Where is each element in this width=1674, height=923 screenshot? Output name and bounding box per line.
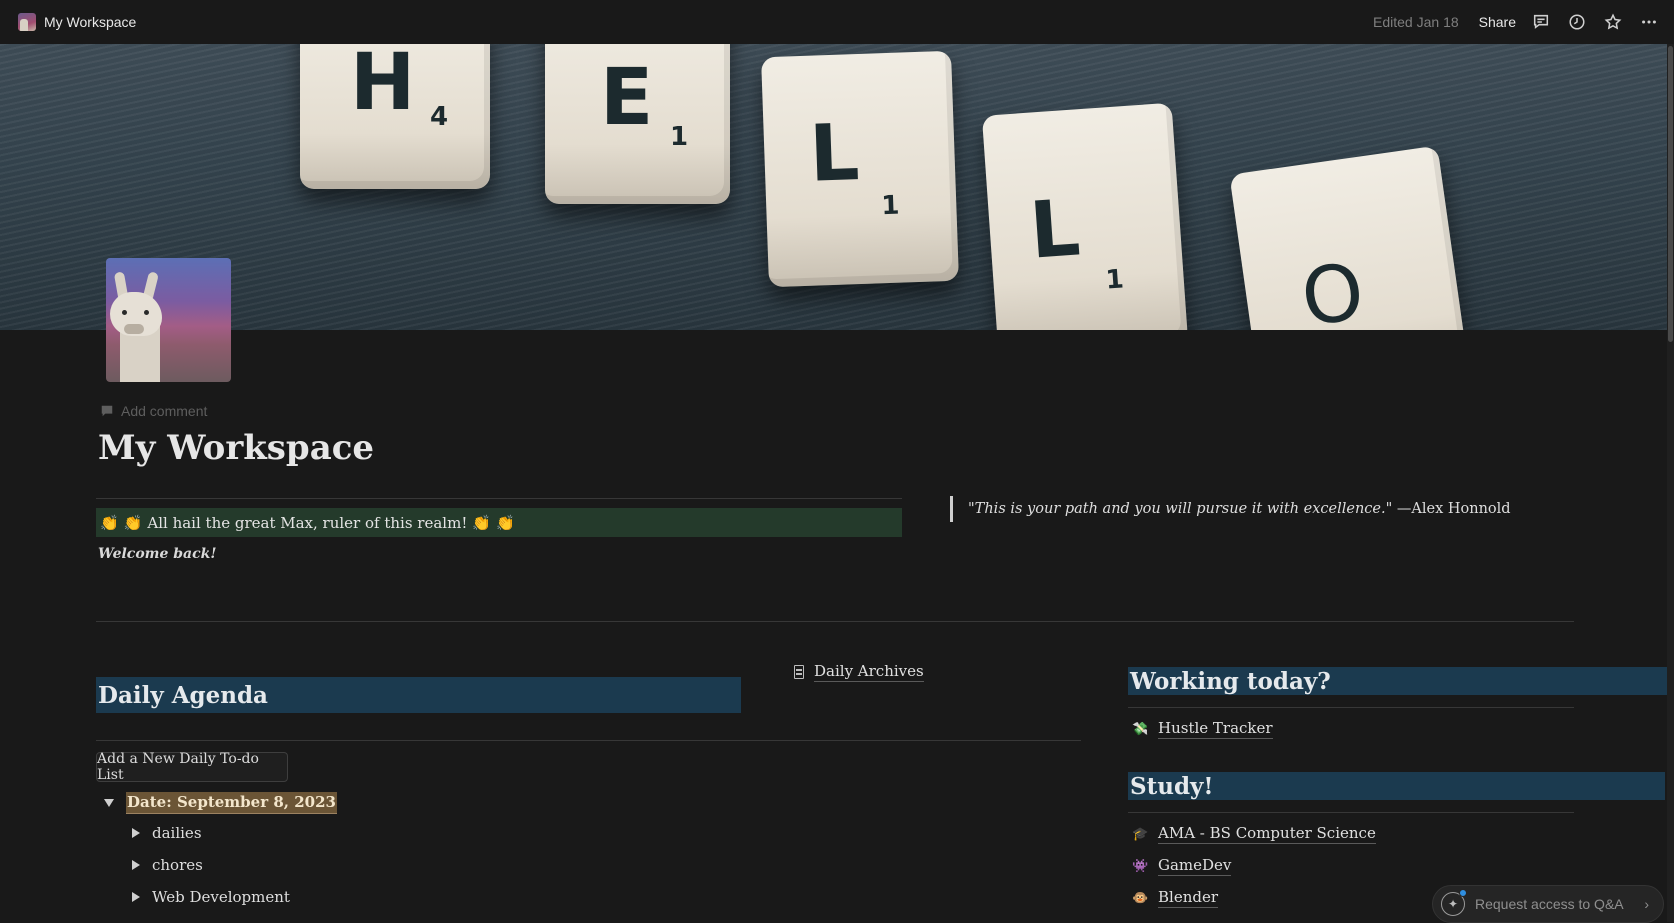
chevron-right-icon: › xyxy=(1644,896,1649,912)
link-label: GameDev xyxy=(1158,856,1232,876)
page-icon-llama[interactable] xyxy=(106,258,231,382)
toggle-chores[interactable]: chores xyxy=(132,856,203,874)
working-today-heading[interactable]: Working today? xyxy=(1128,667,1667,695)
quote-open-mark: " xyxy=(968,501,975,517)
toggle-closed-icon[interactable] xyxy=(132,892,140,902)
tile-number: 1 xyxy=(880,190,900,222)
hail-callout[interactable]: 👏 👏 All hail the great Max, ruler of thi… xyxy=(96,508,902,537)
tile-letter: L xyxy=(1026,183,1083,277)
scrabble-tile-l1: L 1 xyxy=(761,50,959,288)
tile-letter: O xyxy=(1296,246,1370,330)
money-wings-icon: 💸 xyxy=(1132,721,1149,737)
comment-small-icon xyxy=(101,405,113,417)
scrollbar-thumb[interactable] xyxy=(1668,46,1673,342)
monkey-face-icon: 🐵 xyxy=(1132,890,1149,906)
divider xyxy=(96,621,1574,622)
toggle-date[interactable]: Date: September 8, 2023 xyxy=(104,792,337,814)
clock-icon[interactable] xyxy=(1566,11,1588,33)
toggle-label: chores xyxy=(152,856,203,874)
clap-emoji-icon: 👏 xyxy=(100,513,119,532)
tile-number: 1 xyxy=(1104,264,1125,296)
archive-cabinet-icon xyxy=(794,665,804,679)
clap-emoji-icon: 👏 xyxy=(123,513,143,532)
more-dots-icon[interactable] xyxy=(1638,11,1660,33)
welcome-text: Welcome back! xyxy=(98,546,217,562)
share-button[interactable]: Share xyxy=(1479,14,1516,30)
link-label: AMA - BS Computer Science xyxy=(1158,824,1376,844)
gamedev-link[interactable]: 👾 GameDev xyxy=(1132,856,1232,876)
date-toggle-label: Date: September 8, 2023 xyxy=(126,792,337,814)
request-qa-button[interactable]: ✦ Request access to Q&A › xyxy=(1432,885,1664,923)
divider xyxy=(96,740,1081,741)
scrabble-tile-o: O xyxy=(1229,145,1471,330)
breadcrumb-page-name[interactable]: My Workspace xyxy=(44,14,136,30)
comment-icon[interactable] xyxy=(1530,11,1552,33)
topbar: My Workspace Edited Jan 18 Share xyxy=(0,0,1674,44)
toggle-closed-icon[interactable] xyxy=(132,860,140,870)
sparkle-icon: ✦ xyxy=(1441,889,1467,916)
llama-eye xyxy=(122,310,127,315)
tile-number: 4 xyxy=(430,102,449,132)
daily-archives-label: Daily Archives xyxy=(814,662,924,682)
clap-emoji-icon: 👏 xyxy=(472,513,492,532)
graduation-cap-icon: 🎓 xyxy=(1132,826,1149,842)
link-label: Hustle Tracker xyxy=(1158,719,1273,739)
tile-letter: E xyxy=(600,53,654,143)
scrabble-tile-e: E 1 xyxy=(545,44,730,204)
star-icon[interactable] xyxy=(1602,11,1624,33)
quote-text: This is your path and you will pursue it… xyxy=(974,501,1386,517)
daily-archives-link[interactable]: Daily Archives xyxy=(794,662,924,682)
divider xyxy=(1128,812,1574,813)
quote-attribution: " —Alex Honnold xyxy=(1385,501,1511,517)
quote-block[interactable]: " This is your path and you will pursue … xyxy=(950,496,1511,522)
cover-image[interactable]: H 4 E 1 L 1 L 1 O xyxy=(0,44,1674,330)
llama-nose xyxy=(124,324,144,334)
tile-number: 1 xyxy=(670,122,689,152)
blender-link[interactable]: 🐵 Blender xyxy=(1132,888,1219,908)
toggle-label: Web Development xyxy=(152,888,290,906)
scrabble-tile-l2: L 1 xyxy=(981,102,1189,330)
divider xyxy=(1128,707,1574,708)
study-heading[interactable]: Study! xyxy=(1128,772,1665,800)
notification-dot xyxy=(1459,889,1467,897)
qa-label: Request access to Q&A xyxy=(1475,896,1624,912)
topbar-actions: Edited Jan 18 Share xyxy=(1373,11,1660,33)
space-invader-icon: 👾 xyxy=(1132,858,1149,874)
clap-emoji-icon: 👏 xyxy=(496,513,515,532)
hail-text: All hail the great Max, ruler of this re… xyxy=(147,513,468,532)
edited-timestamp: Edited Jan 18 xyxy=(1373,14,1459,30)
add-daily-todo-button[interactable]: Add a New Daily To-do List xyxy=(96,751,288,783)
add-comment-label: Add comment xyxy=(121,403,208,419)
workspace-thumbnail-icon xyxy=(18,13,36,31)
tile-letter: H xyxy=(350,44,416,128)
toggle-open-icon[interactable] xyxy=(104,799,114,807)
daily-agenda-heading[interactable]: Daily Agenda xyxy=(96,677,741,713)
toggle-web-development[interactable]: Web Development xyxy=(132,888,290,906)
ama-cs-link[interactable]: 🎓 AMA - BS Computer Science xyxy=(1132,824,1376,844)
divider xyxy=(96,498,902,499)
llama-eye xyxy=(144,310,149,315)
hustle-tracker-link[interactable]: 💸 Hustle Tracker xyxy=(1132,719,1273,739)
scrabble-tile-h: H 4 xyxy=(300,44,490,189)
add-comment-button[interactable]: Add comment xyxy=(100,403,207,419)
breadcrumb[interactable]: My Workspace xyxy=(18,13,136,31)
page-title[interactable]: My Workspace xyxy=(98,428,374,468)
link-label: Blender xyxy=(1158,888,1219,908)
tile-letter: L xyxy=(807,108,861,200)
toggle-dailies[interactable]: dailies xyxy=(132,824,202,842)
toggle-closed-icon[interactable] xyxy=(132,828,140,838)
toggle-label: dailies xyxy=(152,824,202,842)
